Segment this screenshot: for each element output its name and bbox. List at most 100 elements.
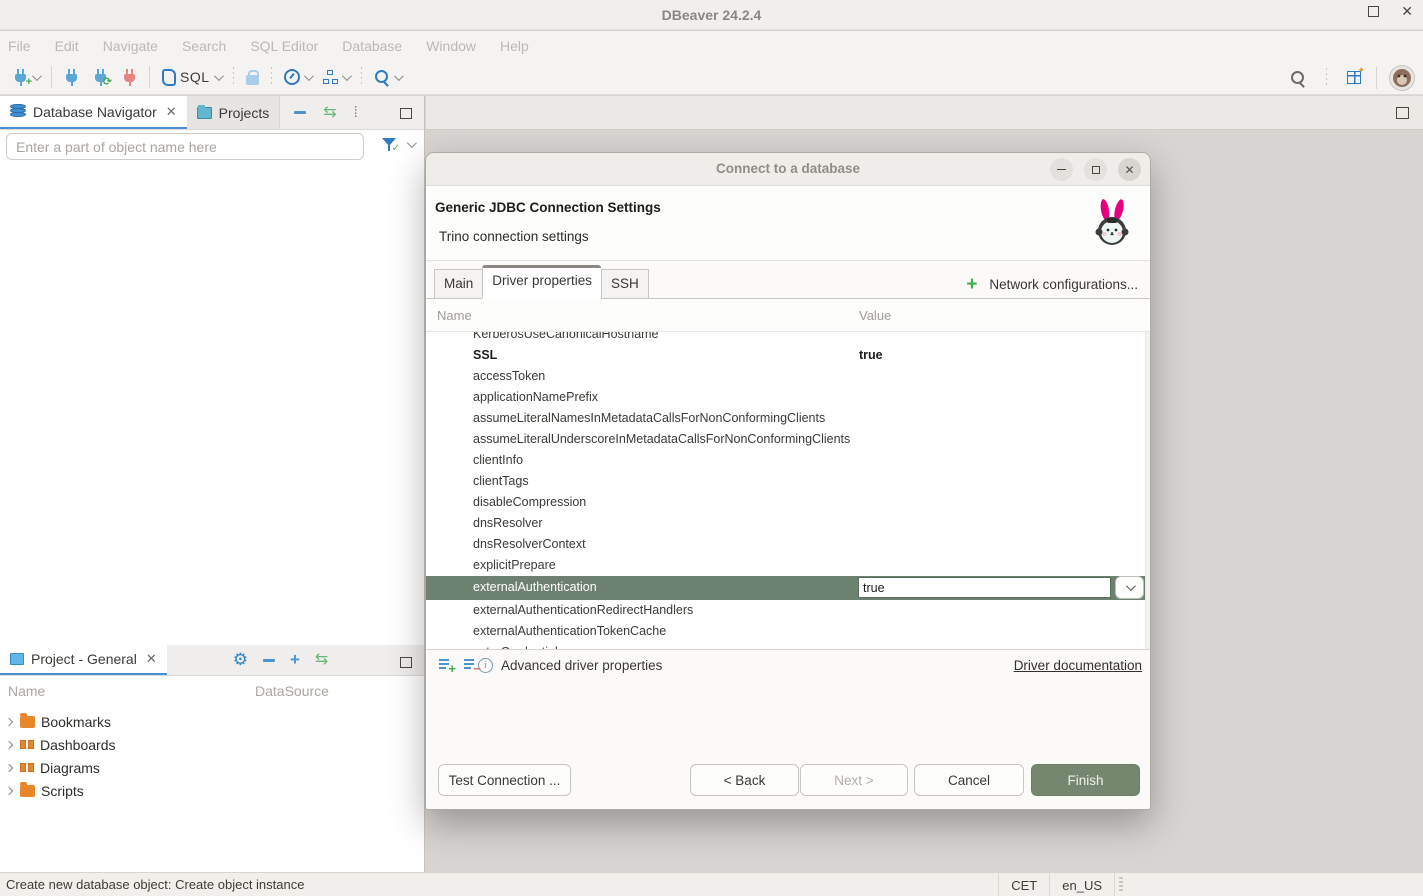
menu-item-help[interactable]: Help xyxy=(500,38,529,54)
project-folder-icon xyxy=(10,653,24,665)
collapse-all-icon[interactable] xyxy=(294,111,306,114)
expand-chevron-icon[interactable] xyxy=(5,786,13,794)
navigator-tree-empty xyxy=(0,162,424,645)
link-editor-icon[interactable]: ⇆ xyxy=(315,653,328,667)
window-close-button[interactable]: ✕ xyxy=(1401,6,1413,17)
perspective-button[interactable] xyxy=(1344,71,1364,84)
panel-maximize-button[interactable] xyxy=(400,657,412,668)
expand-chevron-icon[interactable] xyxy=(5,740,13,748)
menu-item-file[interactable]: File xyxy=(8,38,31,54)
dashboard-button[interactable] xyxy=(281,69,314,85)
tab-ssh[interactable]: SSH xyxy=(601,269,649,299)
left-panel: Database Navigator ✕ Projects ⇆ ⁞ xyxy=(0,96,425,872)
dashboards-icon xyxy=(20,739,34,751)
editor-maximize-button[interactable] xyxy=(1396,107,1409,119)
property-row[interactable]: disableCompression xyxy=(426,492,1150,513)
property-name: explicitPrepare xyxy=(473,558,556,572)
dialog-close-button[interactable]: ✕ xyxy=(1118,158,1141,181)
connect-button[interactable] xyxy=(61,69,82,85)
remove-property-icon[interactable]: − xyxy=(464,658,479,671)
menu-item-edit[interactable]: Edit xyxy=(55,38,79,54)
chevron-down-icon[interactable] xyxy=(407,138,417,148)
tab-driver-properties[interactable]: Driver properties xyxy=(482,265,601,299)
global-search-button[interactable] xyxy=(1287,70,1309,86)
tree-item-scripts[interactable]: Scripts xyxy=(0,779,424,802)
vertical-scrollbar[interactable] xyxy=(1145,332,1150,649)
dialog-tab-strip: Main Driver properties SSH + Network con… xyxy=(426,261,1150,299)
add-property-icon[interactable]: + xyxy=(439,658,454,671)
menu-item-navigate[interactable]: Navigate xyxy=(103,38,158,54)
back-button[interactable]: < Back xyxy=(690,764,799,796)
column-value[interactable]: Value xyxy=(859,308,891,323)
sql-editor-button[interactable]: SQL xyxy=(159,69,224,86)
tab-main[interactable]: Main xyxy=(434,269,482,299)
property-row[interactable]: externalAuthenticationTokenCache xyxy=(426,621,1150,642)
object-filter-input[interactable]: Enter a part of object name here xyxy=(6,133,364,160)
next-button[interactable]: Next > xyxy=(800,764,908,796)
disconnect-button[interactable] xyxy=(119,69,140,85)
menu-item-database[interactable]: Database xyxy=(342,38,402,54)
expand-icon[interactable]: + xyxy=(290,653,300,667)
gear-icon[interactable]: ⚙ xyxy=(233,652,248,668)
tab-project-general[interactable]: Project - General ✕ xyxy=(0,645,167,675)
filter-funnel-icon[interactable]: ✓ xyxy=(381,137,397,152)
search-button[interactable] xyxy=(371,69,404,85)
value-dropdown-button[interactable] xyxy=(1115,576,1144,599)
column-datasource[interactable]: DataSource xyxy=(255,683,329,699)
dialog-maximize-button[interactable] xyxy=(1084,158,1107,181)
property-row[interactable]: dnsResolverContext xyxy=(426,534,1150,555)
reconnect-button[interactable]: ⟳ xyxy=(90,69,111,85)
tree-item-bookmarks[interactable]: Bookmarks xyxy=(0,710,424,733)
property-row[interactable]: clientInfo xyxy=(426,450,1150,471)
dialog-titlebar[interactable]: Connect to a database ✕ xyxy=(426,153,1150,186)
new-connection-button[interactable]: + xyxy=(10,69,42,85)
advanced-properties-label: Advanced driver properties xyxy=(501,658,662,673)
property-row[interactable]: dnsResolver xyxy=(426,513,1150,534)
expand-chevron-icon[interactable] xyxy=(5,717,13,725)
property-row[interactable]: applicationNamePrefix xyxy=(426,387,1150,408)
expand-chevron-icon[interactable] xyxy=(5,763,13,771)
window-maximize-button[interactable] xyxy=(1368,6,1379,17)
menu-item-search[interactable]: Search xyxy=(182,38,226,54)
properties-table-header: Name Value xyxy=(426,299,1150,332)
property-name: dnsResolver xyxy=(473,516,542,530)
collapse-icon[interactable] xyxy=(263,659,275,662)
finish-button[interactable]: Finish xyxy=(1031,764,1140,796)
locale-indicator[interactable]: en_US xyxy=(1049,873,1115,896)
close-icon[interactable]: ✕ xyxy=(166,104,177,120)
tree-item-diagrams[interactable]: Diagrams xyxy=(0,756,424,779)
property-row[interactable]: explicitPrepare xyxy=(426,555,1150,576)
panel-maximize-button[interactable] xyxy=(400,108,412,119)
menu-item-window[interactable]: Window xyxy=(426,38,476,54)
tab-label: Project - General xyxy=(31,651,137,667)
network-configurations-button[interactable]: + Network configurations... xyxy=(966,277,1138,292)
tab-projects[interactable]: Projects xyxy=(187,96,281,129)
link-editor-icon[interactable]: ⇆ xyxy=(323,106,336,120)
timezone-indicator[interactable]: CET xyxy=(998,873,1049,896)
property-row[interactable]: assumeLiteralNamesInMetadataCallsForNonC… xyxy=(426,408,1150,429)
user-avatar[interactable] xyxy=(1389,65,1415,91)
menu-item-sql-editor[interactable]: SQL Editor xyxy=(250,38,318,54)
cancel-button[interactable]: Cancel xyxy=(914,764,1024,796)
view-menu-icon[interactable]: ⁞ xyxy=(354,106,358,120)
property-row[interactable]: KerberosUseCanonicalHostname xyxy=(426,332,1150,345)
property-row[interactable]: extraCredentials xyxy=(426,642,1150,649)
lock-button[interactable] xyxy=(243,69,262,85)
property-row[interactable]: externalAuthenticationtrue xyxy=(426,576,1150,600)
test-connection-button[interactable]: Test Connection ... xyxy=(438,764,571,796)
tree-item-dashboards[interactable]: Dashboards xyxy=(0,733,424,756)
property-row[interactable]: SSLtrue xyxy=(426,345,1150,366)
column-name[interactable]: Name xyxy=(0,683,255,699)
column-name[interactable]: Name xyxy=(437,308,472,323)
property-name: dnsResolverContext xyxy=(473,537,586,551)
property-row[interactable]: externalAuthenticationRedirectHandlers xyxy=(426,600,1150,621)
driver-documentation-link[interactable]: Driver documentation xyxy=(1014,658,1142,673)
tab-database-navigator[interactable]: Database Navigator ✕ xyxy=(0,96,187,129)
property-value-input[interactable]: true xyxy=(858,577,1111,598)
property-row[interactable]: assumeLiteralUnderscoreInMetadataCallsFo… xyxy=(426,429,1150,450)
tasks-button[interactable] xyxy=(320,70,352,84)
dialog-minimize-button[interactable] xyxy=(1050,158,1073,181)
property-row[interactable]: accessToken xyxy=(426,366,1150,387)
close-icon[interactable]: ✕ xyxy=(146,651,157,667)
property-row[interactable]: clientTags xyxy=(426,471,1150,492)
